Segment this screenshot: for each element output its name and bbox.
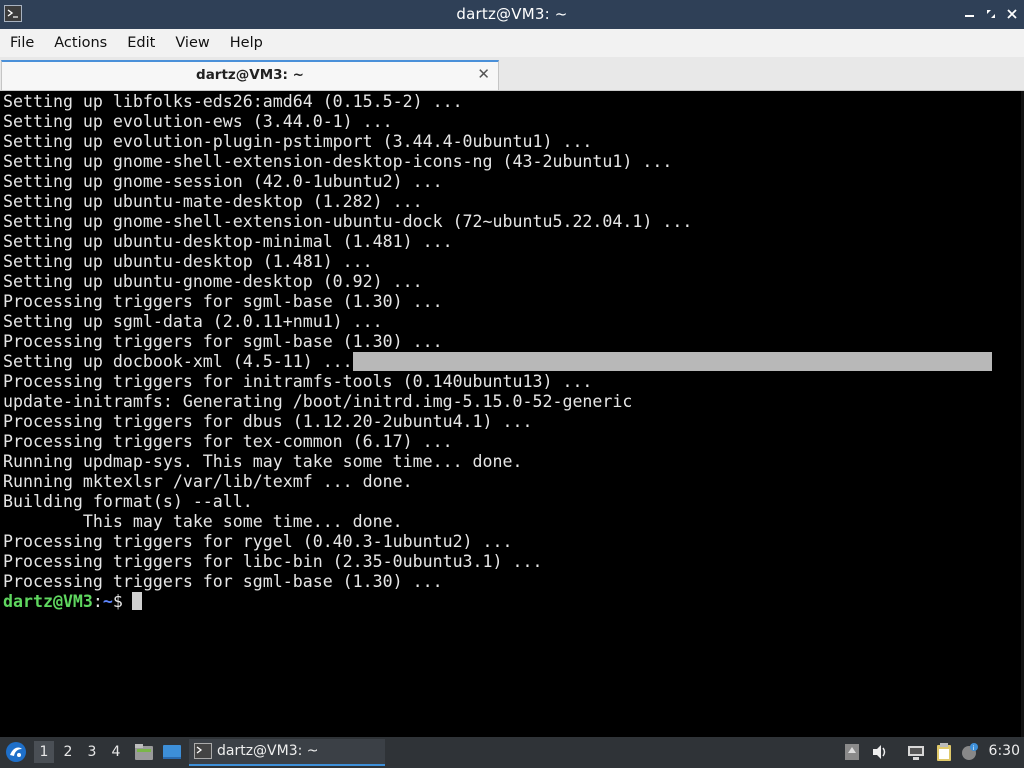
terminal-line: This may take some time... done. [3, 512, 403, 531]
workspace-4[interactable]: 4 [106, 741, 126, 763]
workspace-3[interactable]: 3 [82, 741, 102, 763]
terminal-line-text: Setting up docbook-xml (4.5-11) ... [3, 352, 353, 371]
terminal-line: Setting up ubuntu-desktop-minimal (1.481… [3, 232, 453, 251]
terminal-line: Running updmap-sys. This may take some t… [3, 452, 523, 471]
tab-terminal[interactable]: dartz@VM3: ~ ✕ [1, 60, 499, 90]
prompt-path: ~ [102, 592, 113, 611]
taskbar-task-terminal[interactable]: dartz@VM3: ~ [189, 739, 385, 766]
window-titlebar[interactable]: dartz@VM3: ~ [0, 0, 1024, 29]
clock[interactable]: 6:30 [989, 743, 1020, 759]
maximize-button[interactable] [985, 6, 997, 22]
tab-close-button[interactable]: ✕ [477, 65, 490, 83]
terminal-line: Processing triggers for dbus (1.12.20-2u… [3, 412, 533, 431]
terminal-line: update-initramfs: Generating /boot/initr… [3, 392, 633, 411]
notifications-icon[interactable]: i [960, 742, 980, 762]
lubuntu-logo-icon [6, 742, 26, 762]
terminal-line: Setting up evolution-ews (3.44.0-1) ... [3, 112, 393, 131]
network-icon[interactable] [906, 742, 926, 762]
terminal-line: Setting up ubuntu-gnome-desktop (0.92) .… [3, 272, 423, 291]
minimize-icon [965, 15, 974, 17]
text-cursor [131, 592, 142, 610]
prompt-symbol: $ [112, 592, 123, 611]
terminal-line: Processing triggers for tex-common (6.17… [3, 432, 453, 451]
tab-bar: dartz@VM3: ~ ✕ [0, 57, 1024, 91]
minimize-button[interactable] [964, 6, 976, 22]
terminal-line: Setting up evolution-plugin-pstimport (3… [3, 132, 593, 151]
menu-view[interactable]: View [165, 29, 219, 57]
show-desktop-icon[interactable] [162, 742, 182, 762]
menu-file[interactable]: File [0, 29, 44, 57]
terminal-line: Setting up gnome-shell-extension-ubuntu-… [3, 212, 693, 231]
workspace-1[interactable]: 1 [34, 741, 54, 763]
menubar: File Actions Edit View Help [0, 29, 1024, 57]
update-notifier-icon[interactable] [842, 742, 862, 762]
workspace-2[interactable]: 2 [58, 741, 78, 763]
start-menu-button[interactable] [5, 741, 27, 763]
terminal-line: Setting up gnome-shell-extension-desktop… [3, 152, 673, 171]
terminal-line-selected: Setting up docbook-xml (4.5-11) ... [3, 352, 1024, 372]
maximize-icon [987, 10, 995, 18]
task-label: dartz@VM3: ~ [217, 743, 319, 759]
terminal-line: Setting up ubuntu-desktop (1.481) ... [3, 252, 373, 271]
menu-help[interactable]: Help [220, 29, 273, 57]
terminal-line: Processing triggers for sgml-base (1.30)… [3, 572, 443, 591]
taskbar: 1 2 3 4 dartz@VM3: ~ i 6:30 [0, 737, 1024, 768]
prompt-separator: : [92, 592, 103, 611]
menu-actions[interactable]: Actions [44, 29, 117, 57]
close-icon [1007, 9, 1017, 19]
terminal-output[interactable]: Setting up libfolks-eds26:amd64 (0.15.5-… [0, 91, 1024, 737]
prompt-user-host: dartz@VM3 [3, 592, 93, 611]
clipboard-icon[interactable] [934, 742, 954, 762]
menu-edit[interactable]: Edit [117, 29, 165, 57]
terminal-line: Setting up ubuntu-mate-desktop (1.282) .… [3, 192, 423, 211]
close-icon: ✕ [477, 65, 490, 83]
terminal-line: Processing triggers for libc-bin (2.35-0… [3, 552, 543, 571]
terminal-line: Building format(s) --all. [3, 492, 253, 511]
terminal-line: Processing triggers for sgml-base (1.30)… [3, 292, 443, 311]
file-manager-icon[interactable] [134, 742, 154, 762]
terminal-line: Setting up libfolks-eds26:amd64 (0.15.5-… [3, 92, 463, 111]
tab-label: dartz@VM3: ~ [196, 67, 304, 83]
terminal-line: Processing triggers for initramfs-tools … [3, 372, 593, 391]
selection-highlight [352, 352, 993, 371]
terminal-line: Processing triggers for sgml-base (1.30)… [3, 332, 443, 351]
volume-icon[interactable] [870, 742, 890, 762]
terminal-prompt-line[interactable]: dartz@VM3:~$ [3, 592, 1024, 612]
terminal-icon [194, 743, 212, 759]
terminal-line: Setting up sgml-data (2.0.11+nmu1) ... [3, 312, 383, 331]
terminal-line: Running mktexlsr /var/lib/texmf ... done… [3, 472, 413, 491]
terminal-line: Setting up gnome-session (42.0-1ubuntu2)… [3, 172, 443, 191]
close-button[interactable] [1006, 6, 1018, 22]
terminal-line: Processing triggers for rygel (0.40.3-1u… [3, 532, 513, 551]
window-title: dartz@VM3: ~ [456, 5, 568, 23]
